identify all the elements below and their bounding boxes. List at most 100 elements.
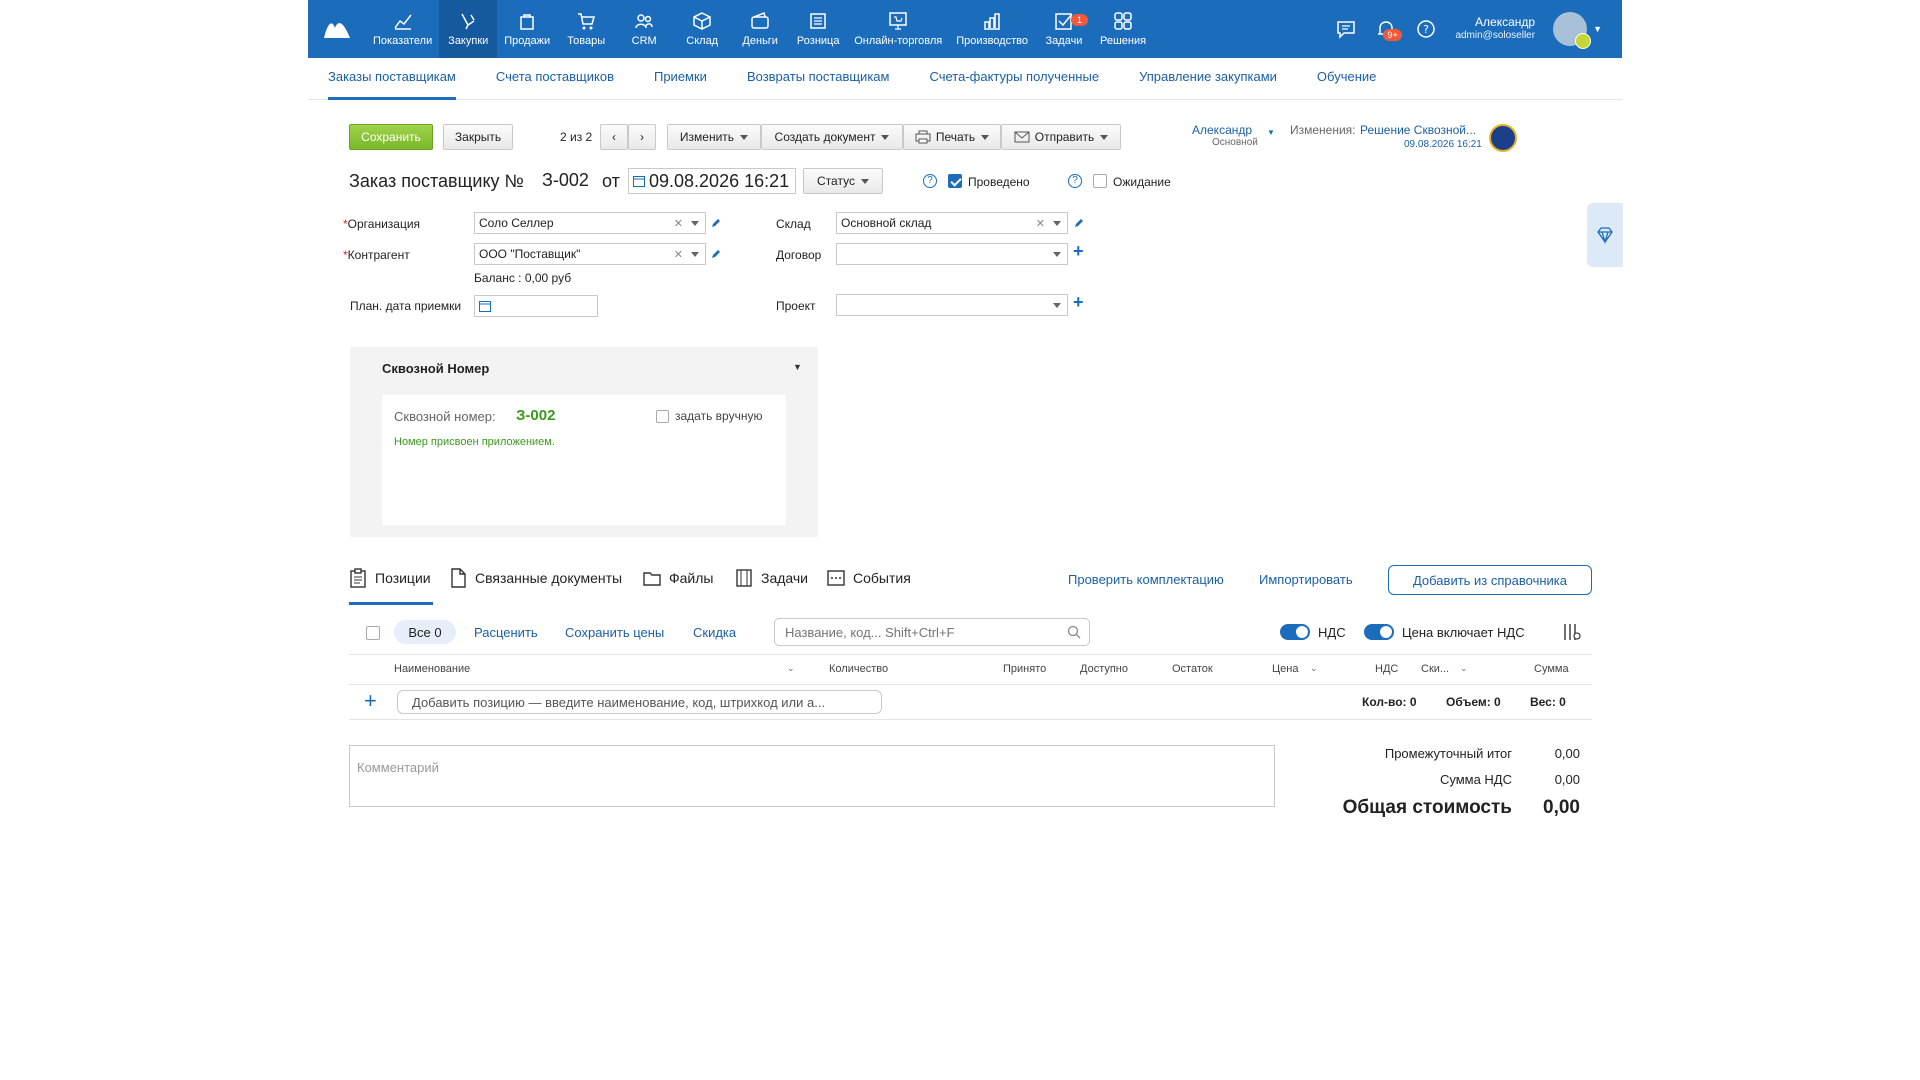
create-document-button[interactable]: Создать документ [761,124,903,150]
changes-author-link[interactable]: Решение Сквозной... [1360,123,1476,137]
col-discount[interactable]: Ски... [1421,663,1449,675]
tab-positions[interactable]: Позиции [349,568,431,588]
comment-textarea[interactable]: Комментарий [349,745,1275,807]
next-button[interactable]: › [628,124,656,150]
document-datetime-input[interactable]: 09.08.2026 16:21 [628,168,796,194]
pencil-icon[interactable] [1073,217,1085,229]
waiting-checkbox[interactable] [1093,174,1107,188]
col-available[interactable]: Доступно [1080,663,1128,675]
nav-online-trade[interactable]: Онлайн-торговля [847,0,949,58]
discount-link[interactable]: Скидка [693,625,736,640]
help-waiting-icon[interactable]: ? [1068,174,1082,188]
tab-events[interactable]: События [827,568,911,588]
save-button[interactable]: Сохранить [349,124,433,150]
close-button[interactable]: Закрыть [443,124,513,150]
subnav-training[interactable]: Обучение [1317,58,1376,100]
col-accepted[interactable]: Принято [1003,663,1046,675]
bell-icon[interactable]: 9+ [1375,18,1402,41]
print-button[interactable]: Печать [903,124,1001,150]
nav-retail[interactable]: Розница [789,0,847,58]
nav-indicators[interactable]: Показатели [366,0,439,58]
project-select[interactable] [836,294,1068,316]
col-sum[interactable]: Сумма [1534,663,1569,675]
help-posted-icon[interactable]: ? [923,174,937,188]
nav-goods[interactable]: Товары [557,0,615,58]
add-position-plus-icon[interactable]: + [364,688,377,714]
subnav-supplier-orders[interactable]: Заказы поставщикам [328,58,456,100]
save-prices-link[interactable]: Сохранить цены [565,625,664,640]
counterparty-select[interactable]: ООО "Поставщик" ✕ [474,243,706,265]
pencil-icon[interactable] [710,248,722,260]
search-input[interactable] [779,624,1059,640]
add-project-icon[interactable]: + [1073,292,1084,313]
subnav-supplier-invoices[interactable]: Счета поставщиков [496,58,614,100]
clear-icon[interactable]: ✕ [674,248,683,261]
subnav-supplier-returns[interactable]: Возвраты поставщикам [747,58,890,100]
select-all-checkbox[interactable] [366,626,380,640]
posted-checkbox[interactable] [948,174,962,188]
owner-name[interactable]: Александр [1192,123,1252,137]
clear-icon[interactable]: ✕ [674,217,683,230]
nav-crm[interactable]: CRM [615,0,673,58]
dropdown-icon[interactable] [691,221,699,226]
col-vat[interactable]: НДС [1375,663,1398,675]
status-button[interactable]: Статус [803,168,883,194]
plan-date-input[interactable] [474,295,598,317]
tab-tasks[interactable]: Задачи [735,568,808,588]
tab-related-documents[interactable]: Связанные документы [449,568,622,588]
logo[interactable] [308,0,366,58]
reprice-link[interactable]: Расценить [474,625,538,640]
search-field[interactable] [774,618,1090,646]
import-link[interactable]: Импортировать [1259,572,1353,587]
search-icon[interactable] [1067,625,1081,639]
dropdown-icon[interactable] [1053,252,1061,257]
dropdown-icon[interactable] [1053,303,1061,308]
col-name[interactable]: Наименование [394,663,470,675]
col-price[interactable]: Цена [1272,663,1298,675]
owner-chevron-icon[interactable]: ▼ [1267,128,1275,137]
contract-select[interactable] [836,243,1068,265]
nav-solutions[interactable]: Решения [1093,0,1153,58]
col-name-chevron-icon[interactable]: ⌄ [787,663,795,674]
nav-warehouse[interactable]: Склад [673,0,731,58]
collapse-chevron-icon[interactable]: ▼ [793,362,802,372]
avatar[interactable] [1553,12,1592,49]
price-includes-vat-toggle[interactable] [1364,624,1394,640]
col-discount-chevron-icon[interactable]: ⌄ [1460,663,1468,674]
column-settings-icon[interactable] [1562,622,1582,642]
subnav-purchase-management[interactable]: Управление закупками [1139,58,1277,100]
subnav-invoices-received[interactable]: Счета-фактуры полученные [929,58,1099,100]
chat-icon[interactable] [1335,18,1357,40]
add-from-catalog-button[interactable]: Добавить из справочника [1388,565,1592,595]
subnav-receipts[interactable]: Приемки [654,58,707,100]
nav-money[interactable]: Деньги [731,0,789,58]
nav-purchases[interactable]: Закупки [439,0,498,58]
filter-all-pill[interactable]: Все 0 [394,620,456,644]
add-position-input[interactable]: Добавить позицию — введите наименование,… [397,690,882,714]
help-circle-icon[interactable]: ? [1415,18,1437,40]
document-number[interactable]: З-002 [542,170,589,191]
add-contract-icon[interactable]: + [1073,241,1084,262]
check-completeness-link[interactable]: Проверить комплектацию [1068,572,1224,587]
warehouse-select[interactable]: Основной склад ✕ [836,212,1068,234]
chevron-down-icon[interactable]: ▼ [1593,24,1602,34]
pencil-icon[interactable] [710,217,722,229]
send-button[interactable]: Отправить [1001,124,1121,150]
dropdown-icon[interactable] [691,252,699,257]
col-qty[interactable]: Количество [829,663,888,675]
nav-tasks[interactable]: 1 Задачи [1035,0,1093,58]
vat-toggle[interactable] [1280,624,1310,640]
nav-sales[interactable]: Продажи [497,0,557,58]
col-price-chevron-icon[interactable]: ⌄ [1310,663,1318,674]
manual-checkbox[interactable] [656,410,669,423]
tab-files[interactable]: Файлы [643,568,713,588]
nav-production[interactable]: Производство [949,0,1035,58]
user-menu[interactable]: Александр admin@soloseller [1455,16,1535,42]
dropdown-icon[interactable] [1053,221,1061,226]
side-widget[interactable] [1587,203,1623,267]
col-rest[interactable]: Остаток [1172,663,1213,675]
clear-icon[interactable]: ✕ [1036,217,1045,230]
change-button[interactable]: Изменить [667,124,761,150]
org-select[interactable]: Соло Селлер ✕ [474,212,706,234]
prev-button[interactable]: ‹ [600,124,628,150]
